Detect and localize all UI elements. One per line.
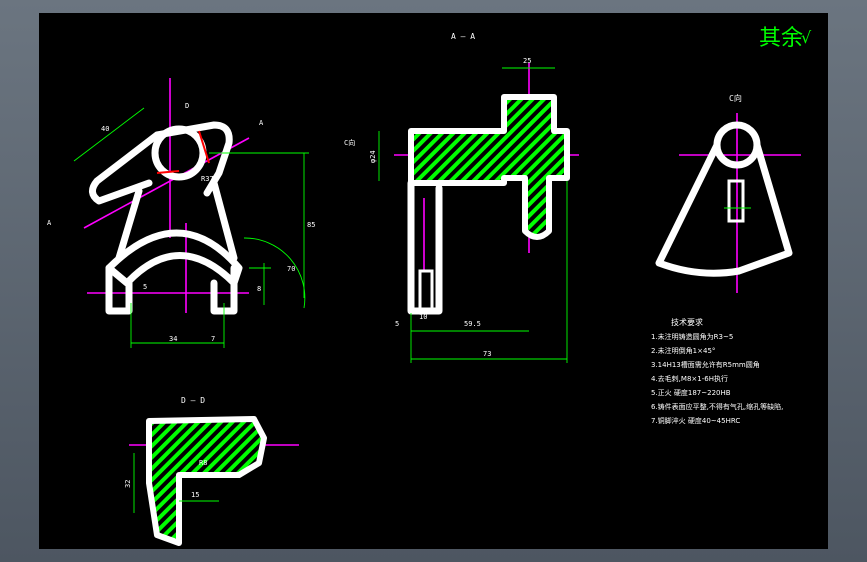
tech-note: 2.未注明倒角1×45°: [651, 346, 715, 355]
section-body: [146, 416, 267, 546]
dim-text: 25: [523, 57, 531, 65]
dim-arc: [243, 237, 306, 309]
dim-text: R8: [199, 459, 207, 467]
tech-note: 1.未注明铸造圆角为R3~5: [651, 332, 733, 341]
roughness-symbol: 其余 √: [759, 26, 812, 51]
dim-text: 32: [124, 480, 132, 488]
section-aa-view: A — A 25 φ24 C向 10 59.5 73 5: [344, 32, 579, 363]
tech-note: 4.去毛刺,M8×1-6H执行: [651, 374, 728, 383]
dim-text: 70: [287, 265, 295, 273]
marker-c: C向: [344, 138, 355, 147]
front-view: D A A 40 85 70 34 7 8 5 R37 R30: [47, 78, 315, 348]
cad-canvas: 其余 √ D A A 40 85 70 34 7 8 5 R37 R30 A —…: [47, 26, 812, 546]
tech-note: 3.14H13槽面需允许有R5mm圆角: [651, 360, 760, 369]
dim-text: 73: [483, 350, 491, 358]
marker-a: A: [47, 219, 52, 227]
dim-text: φ24: [369, 150, 377, 163]
dim-text: R30: [171, 252, 184, 260]
drawing-viewport[interactable]: 其余 √ D A A 40 85 70 34 7 8 5 R37 R30 A —…: [39, 13, 828, 549]
view-title: C向: [729, 93, 742, 103]
tech-title: 技术要求: [671, 317, 703, 327]
dim-text: 5: [143, 283, 147, 291]
dim-text: 34: [169, 335, 177, 343]
tech-note: 6.铸件表面应平整,不得有气孔,缩孔等缺陷,: [651, 402, 783, 411]
view-title: A — A: [451, 32, 475, 41]
dim-text: 7: [211, 335, 215, 343]
marker-d: D: [185, 102, 189, 110]
tech-requirements: 技术要求 1.未注明铸造圆角为R3~5 2.未注明倒角1×45° 3.14H13…: [651, 317, 783, 425]
section-dd-view: D — D 32 15 R8: [124, 396, 299, 546]
dim-text: 10: [419, 313, 427, 321]
tech-note: 5.正火 硬度187~220HB: [651, 388, 731, 397]
roughness-check-icon: √: [801, 28, 812, 47]
dim-text: 85: [307, 221, 315, 229]
dim-text: 59.5: [464, 320, 481, 328]
tech-note: 7.铜脚淬火 硬度40~45HRC: [651, 416, 740, 425]
slot: [727, 179, 745, 223]
marker-a: A: [259, 119, 264, 127]
view-title: D — D: [181, 396, 205, 405]
slot: [418, 269, 434, 311]
dim-text: R37: [201, 175, 214, 183]
section-body: [408, 94, 570, 240]
dim-text: 40: [101, 125, 109, 133]
fork-feet: [105, 264, 238, 315]
dim-text: 5: [395, 320, 399, 328]
dim-text: 8: [257, 285, 261, 293]
view-c: C向: [655, 93, 801, 293]
roughness-text: 其余: [759, 26, 803, 51]
dim-text: 15: [191, 491, 199, 499]
